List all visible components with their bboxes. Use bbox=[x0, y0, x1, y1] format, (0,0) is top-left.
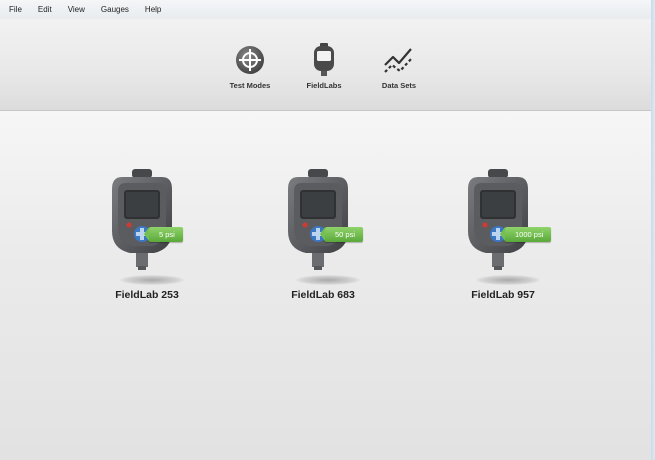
menu-view[interactable]: View bbox=[60, 0, 93, 19]
menu-help[interactable]: Help bbox=[137, 0, 169, 19]
test-modes-label: Test Modes bbox=[229, 81, 271, 90]
device-name: FieldLab 683 bbox=[291, 289, 355, 301]
device-shadow bbox=[476, 275, 540, 285]
gauge-device-icon bbox=[314, 43, 334, 76]
device-card-fieldlab-957[interactable]: 1000 psi FieldLab 957 bbox=[428, 169, 578, 301]
menu-file[interactable]: File bbox=[0, 0, 30, 19]
device-shadow bbox=[120, 275, 184, 285]
fieldlabs-button[interactable]: FieldLabs bbox=[289, 42, 359, 90]
menu-gauges[interactable]: Gauges bbox=[93, 0, 137, 19]
window-edge bbox=[651, 0, 655, 460]
test-modes-button[interactable]: Test Modes bbox=[215, 42, 285, 90]
menu-edit[interactable]: Edit bbox=[30, 0, 60, 19]
device-card-fieldlab-683[interactable]: 50 psi FieldLab 683 bbox=[248, 169, 398, 301]
crosshair-icon bbox=[236, 46, 264, 74]
gauge-device-icon bbox=[112, 169, 172, 270]
device-name: FieldLab 253 bbox=[115, 289, 179, 301]
menu-bar: File Edit View Gauges Help bbox=[0, 0, 651, 19]
range-badge: 1000 psi bbox=[499, 227, 552, 242]
device-gallery: 5 psi FieldLab 253 50 psi FieldLab 683 1… bbox=[0, 111, 651, 460]
range-badge: 50 psi bbox=[319, 227, 364, 242]
toolbar: Test Modes FieldLabs Data Sets bbox=[0, 19, 651, 111]
gauge-device-icon bbox=[288, 169, 348, 270]
fieldlabs-label: FieldLabs bbox=[306, 81, 342, 90]
range-badge: 5 psi bbox=[144, 227, 183, 242]
gauge-device-icon bbox=[468, 169, 528, 270]
device-name: FieldLab 957 bbox=[471, 289, 535, 301]
device-shadow bbox=[296, 275, 360, 285]
line-chart-icon bbox=[384, 48, 413, 73]
device-card-fieldlab-253[interactable]: 5 psi FieldLab 253 bbox=[72, 169, 222, 301]
data-sets-button[interactable]: Data Sets bbox=[364, 42, 434, 90]
data-sets-label: Data Sets bbox=[381, 81, 417, 90]
app-window: File Edit View Gauges Help Test Modes Fi… bbox=[0, 0, 651, 460]
